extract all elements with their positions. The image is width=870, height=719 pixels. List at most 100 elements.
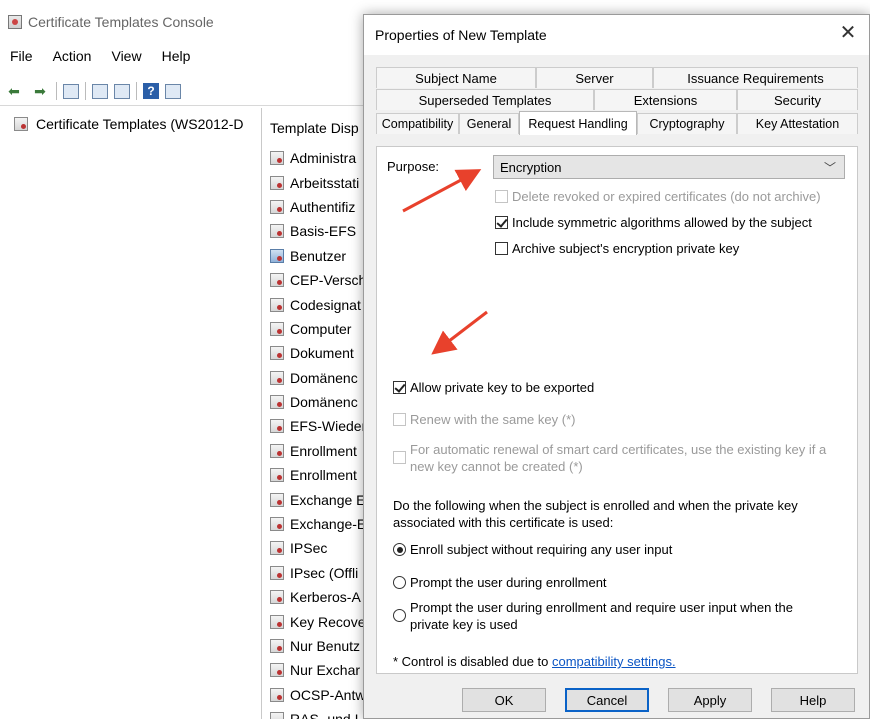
back-arrow-icon[interactable]: ⬅: [4, 82, 24, 100]
radio-dot: [393, 576, 406, 589]
help-icon[interactable]: ?: [143, 83, 159, 99]
delete-revoked-checkbox[interactable]: Delete revoked or expired certificates (…: [495, 188, 821, 205]
template-name: Benutzer: [290, 247, 347, 264]
dialog-button-row: OK Cancel Apply Help: [364, 688, 869, 718]
template-list-item[interactable]: Benutzer: [266, 244, 370, 268]
template-list-item[interactable]: Exchange-E: [266, 512, 370, 536]
tab-subject-name[interactable]: Subject Name: [376, 67, 536, 88]
template-list-item[interactable]: Enrollment: [266, 439, 370, 463]
tab-security[interactable]: Security: [737, 89, 858, 110]
certificate-template-icon: [270, 321, 284, 336]
forward-arrow-icon[interactable]: ➡: [30, 82, 50, 100]
template-list-item[interactable]: Domänenc: [266, 390, 370, 414]
list-column-header[interactable]: Template Disp: [270, 120, 359, 136]
tab-general[interactable]: General: [459, 113, 519, 134]
enrollment-description: Do the following when the subject is enr…: [393, 497, 798, 531]
purpose-select[interactable]: Encryption ﹀: [493, 155, 845, 179]
template-name: Domänenc: [290, 394, 358, 411]
tab-request-handling[interactable]: Request Handling: [519, 111, 637, 135]
smart-card-renewal-checkbox[interactable]: For automatic renewal of smart card cert…: [393, 441, 826, 475]
apply-button[interactable]: Apply: [668, 688, 752, 712]
radio-prompt-require-input[interactable]: Prompt the user during enrollment and re…: [393, 599, 793, 633]
template-name: Kerberos-A: [290, 589, 361, 606]
template-name: Domänenc: [290, 369, 358, 386]
checkbox-box: [393, 413, 406, 426]
template-list-item[interactable]: Domänenc: [266, 366, 370, 390]
certificate-template-icon: [270, 273, 284, 288]
template-list-item[interactable]: Codesignat: [266, 292, 370, 316]
show-action-pane-icon[interactable]: [165, 83, 181, 99]
template-list-item[interactable]: CEP-Versch: [266, 268, 370, 292]
template-list-item[interactable]: Arbeitsstati: [266, 170, 370, 194]
template-list-item[interactable]: Nur Exchar: [266, 658, 370, 682]
tab-key-attestation[interactable]: Key Attestation: [737, 113, 858, 134]
include-symmetric-checkbox[interactable]: Include symmetric algorithms allowed by …: [495, 214, 812, 231]
menubar: File Action View Help: [10, 48, 190, 64]
menu-action[interactable]: Action: [53, 48, 92, 64]
certificate-template-icon: [270, 175, 284, 190]
tab-server[interactable]: Server: [536, 67, 653, 88]
request-handling-panel: Purpose: Encryption ﹀ Delete revoked or …: [376, 146, 858, 674]
ok-button[interactable]: OK: [462, 688, 546, 712]
template-list-item[interactable]: IPSec: [266, 536, 370, 560]
show-hide-tree-icon[interactable]: [63, 83, 79, 99]
checkbox-box: [495, 190, 508, 203]
archive-key-checkbox[interactable]: Archive subject's encryption private key: [495, 240, 739, 257]
radio-dot-selected: [393, 543, 406, 556]
template-list-item[interactable]: Exchange E: [266, 487, 370, 511]
certificate-template-icon: [270, 639, 284, 653]
certificate-template-icon: [270, 712, 284, 719]
purpose-label: Purpose:: [387, 159, 440, 174]
menu-view[interactable]: View: [111, 48, 141, 64]
certificate-template-icon: [270, 565, 284, 580]
tree-root-item[interactable]: Certificate Templates (WS2012-D: [14, 116, 243, 132]
certificate-template-icon: [270, 224, 284, 239]
checkbox-box-checked: [495, 216, 508, 229]
cancel-button[interactable]: Cancel: [565, 688, 649, 712]
radio-dot: [393, 609, 406, 622]
certificate-template-icon: [270, 517, 284, 532]
properties-icon[interactable]: [92, 83, 108, 99]
template-name: Key Recove: [290, 613, 366, 630]
compatibility-settings-link[interactable]: compatibility settings.: [552, 654, 676, 669]
template-list-item[interactable]: Enrollment: [266, 463, 370, 487]
close-icon[interactable]: ✕: [837, 21, 859, 45]
template-list-item[interactable]: Kerberos-A: [266, 585, 370, 609]
template-list-item[interactable]: Nur Benutz: [266, 634, 370, 658]
renew-same-key-checkbox[interactable]: Renew with the same key (*): [393, 411, 575, 428]
tab-extensions[interactable]: Extensions: [594, 89, 737, 110]
template-name: IPsec (Offli: [290, 564, 359, 581]
template-list-item[interactable]: Authentifiz: [266, 195, 370, 219]
certificate-template-icon: [270, 687, 284, 702]
template-list-item[interactable]: Basis-EFS: [266, 219, 370, 243]
template-list-item[interactable]: RAS- und I: [266, 707, 370, 719]
tab-compatibility[interactable]: Compatibility: [376, 113, 459, 134]
template-list-item[interactable]: Dokument: [266, 341, 370, 365]
tab-superseded-templates[interactable]: Superseded Templates: [376, 89, 594, 110]
template-name: Enrollment: [290, 467, 357, 484]
allow-export-label: Allow private key to be exported: [410, 380, 595, 395]
prompt-require-input-label: Prompt the user during enrollment and re…: [410, 599, 793, 633]
template-list-item[interactable]: Key Recove: [266, 609, 370, 633]
allow-export-checkbox[interactable]: Allow private key to be exported: [393, 379, 594, 396]
template-list-item[interactable]: Computer: [266, 317, 370, 341]
template-name: CEP-Versch: [290, 272, 367, 289]
radio-enroll-no-input[interactable]: Enroll subject without requiring any use…: [393, 541, 672, 558]
tree-root-label: Certificate Templates (WS2012-D: [36, 116, 244, 132]
template-name: Nur Exchar: [290, 662, 361, 679]
template-list-item[interactable]: IPsec (Offli: [266, 561, 370, 585]
export-list-icon[interactable]: [114, 83, 130, 99]
toolbar-divider: [0, 105, 370, 106]
menu-file[interactable]: File: [10, 48, 33, 64]
help-button[interactable]: Help: [771, 688, 855, 712]
template-list-item[interactable]: EFS-Wieder: [266, 414, 370, 438]
template-name: EFS-Wieder: [290, 418, 367, 435]
certificate-template-icon: [270, 590, 284, 605]
template-list-item[interactable]: Administra: [266, 146, 370, 170]
menu-help[interactable]: Help: [162, 48, 191, 64]
template-list-item[interactable]: OCSP-Antw: [266, 683, 370, 707]
template-name: Basis-EFS: [290, 223, 357, 240]
radio-prompt-enrollment[interactable]: Prompt the user during enrollment: [393, 574, 607, 591]
tab-issuance-requirements[interactable]: Issuance Requirements: [653, 67, 858, 88]
tab-cryptography[interactable]: Cryptography: [637, 113, 737, 134]
